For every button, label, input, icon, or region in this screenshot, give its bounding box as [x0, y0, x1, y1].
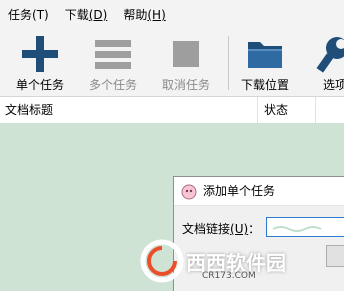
- menu-help[interactable]: 帮助(H): [115, 0, 173, 30]
- column-title[interactable]: 文档标题: [5, 97, 53, 123]
- options-button[interactable]: 选项: [305, 30, 344, 96]
- link-label-colon: ：: [248, 222, 261, 236]
- options-label: 选项: [322, 78, 344, 92]
- menu-bar: 任务(T) 下载(D) 帮助(H): [0, 0, 344, 30]
- list-header: 文档标题 状态: [0, 96, 344, 124]
- link-label-accel: (U): [230, 222, 249, 236]
- wrench-icon: [316, 37, 344, 73]
- cancel-task-label: 取消任务: [161, 78, 210, 92]
- single-task-button[interactable]: 单个任务: [5, 30, 75, 96]
- cancel-task-button[interactable]: 取消任务: [151, 30, 221, 96]
- watermark-logo-icon: [140, 239, 184, 283]
- plus-icon: [22, 36, 58, 72]
- multi-task-label: 多个任务: [88, 78, 137, 92]
- menu-task-accel: (T): [32, 8, 49, 22]
- watermark-url: CR173.COM: [202, 271, 256, 281]
- link-label: 文档链接(U)：: [182, 220, 260, 237]
- column-divider[interactable]: [315, 97, 316, 123]
- link-label-text: 文档链接: [182, 222, 231, 236]
- menu-task[interactable]: 任务(T): [0, 0, 57, 30]
- download-location-button[interactable]: 下载位置: [230, 30, 300, 96]
- menu-download-accel: (D): [88, 8, 108, 22]
- download-location-label: 下载位置: [240, 78, 289, 92]
- list-icon: [95, 40, 131, 69]
- menu-download[interactable]: 下载(D): [57, 0, 116, 30]
- column-status[interactable]: 状态: [264, 97, 288, 123]
- dialog-title-bar[interactable]: 添加单个任务: [174, 177, 344, 206]
- watermark: 西西软件园 CR173.COM: [140, 238, 344, 284]
- multi-task-button[interactable]: 多个任务: [78, 30, 148, 96]
- single-task-label: 单个任务: [15, 78, 64, 92]
- menu-help-label: 帮助: [123, 8, 148, 22]
- dialog-title: 添加单个任务: [203, 184, 276, 198]
- input-watermark-graphic: [272, 226, 322, 232]
- menu-task-label: 任务: [8, 8, 33, 22]
- toolbar-separator: [228, 36, 229, 90]
- column-divider[interactable]: [257, 97, 258, 123]
- menu-download-label: 下载: [64, 8, 89, 22]
- folder-icon: [248, 42, 282, 68]
- app-icon: [181, 184, 197, 200]
- menu-help-accel: (H): [147, 8, 166, 22]
- stop-icon: [173, 41, 199, 67]
- link-input[interactable]: [266, 217, 344, 237]
- toolbar: 单个任务 多个任务 取消任务 下载位置 选项: [0, 30, 344, 96]
